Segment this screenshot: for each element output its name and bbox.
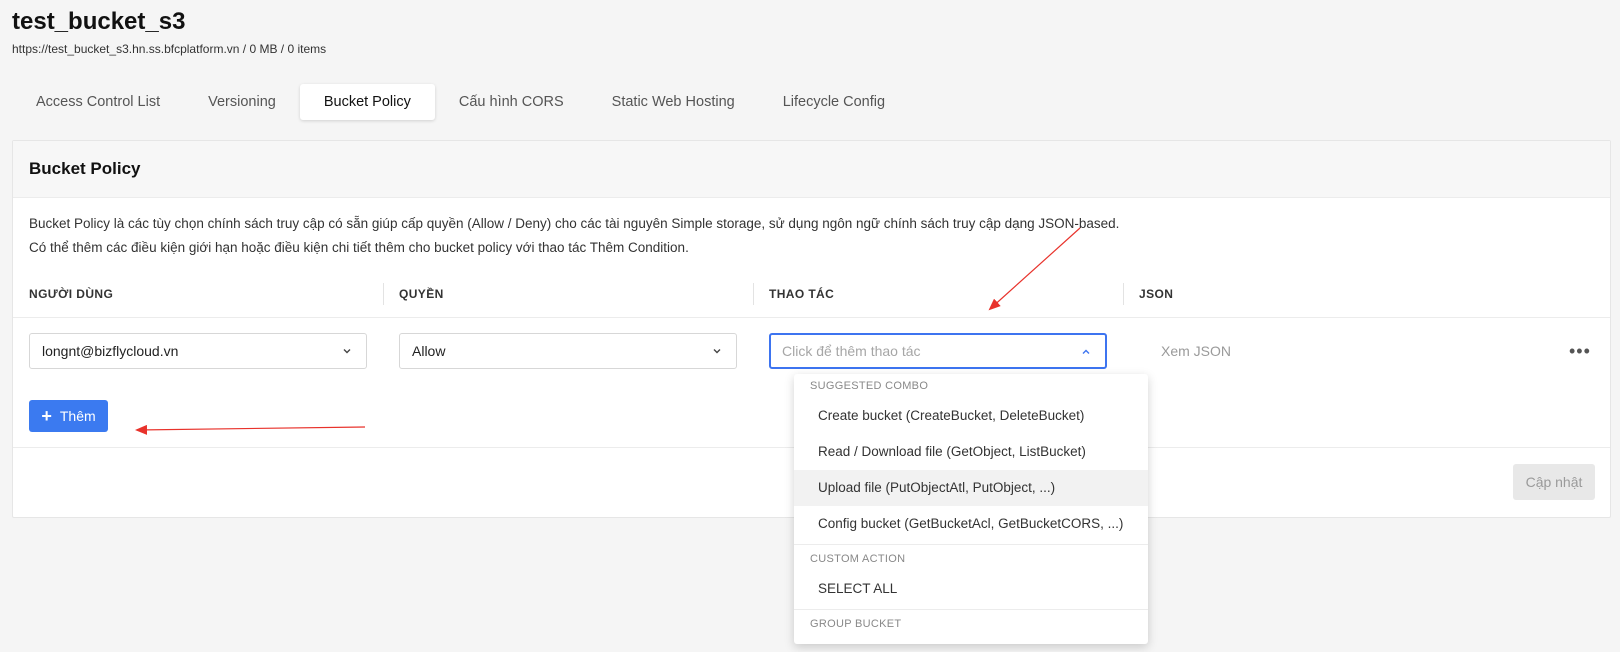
dropdown-group-group-bucket: GROUP BUCKET: [810, 618, 902, 630]
permission-select-value: Allow: [412, 343, 446, 359]
column-header-action: THAO TÁC: [769, 287, 835, 301]
column-divider: [753, 283, 754, 305]
plus-icon: +: [41, 406, 52, 426]
tab-lifecycle-config[interactable]: Lifecycle Config: [759, 84, 909, 120]
column-divider: [1123, 283, 1124, 305]
header-divider: [13, 317, 1610, 318]
dropdown-group-custom-action: CUSTOM ACTION: [810, 553, 906, 565]
view-json-link[interactable]: Xem JSON: [1161, 343, 1231, 359]
column-header-permission: QUYỀN: [399, 287, 444, 301]
description-line-1: Bucket Policy là các tùy chọn chính sách…: [29, 216, 1120, 231]
update-button[interactable]: Cập nhật: [1513, 464, 1595, 500]
dropdown-item-create-bucket[interactable]: Create bucket (CreateBucket, DeleteBucke…: [794, 398, 1148, 434]
column-header-user: NGƯỜI DÙNG: [29, 287, 114, 301]
chevron-down-icon: [343, 349, 351, 354]
permission-select[interactable]: Allow: [399, 333, 737, 369]
tab-static-web-hosting[interactable]: Static Web Hosting: [588, 84, 759, 120]
dropdown-item-select-all[interactable]: SELECT ALL: [794, 571, 1148, 607]
bucket-subtitle: https://test_bucket_s3.hn.ss.bfcplatform…: [12, 42, 327, 56]
tab-versioning[interactable]: Versioning: [184, 84, 300, 120]
dropdown-divider: [794, 544, 1148, 545]
add-button[interactable]: + Thêm: [29, 400, 108, 432]
add-button-label: Thêm: [59, 408, 96, 424]
user-select[interactable]: longnt@bizflycloud.vn: [29, 333, 367, 369]
tab-bar: Access Control List Versioning Bucket Po…: [12, 84, 909, 120]
tab-access-control-list[interactable]: Access Control List: [12, 84, 184, 120]
dropdown-divider: [794, 609, 1148, 610]
dropdown-item-upload-file[interactable]: Upload file (PutObjectAtl, PutObject, ..…: [794, 470, 1148, 506]
description-line-2: Có thể thêm các điều kiện giới hạn hoặc …: [29, 240, 689, 255]
chevron-up-icon: [1082, 349, 1090, 354]
dropdown-item-read-download[interactable]: Read / Download file (GetObject, ListBuc…: [794, 434, 1148, 470]
action-dropdown-menu: SUGGESTED COMBO Create bucket (CreateBuc…: [794, 374, 1148, 644]
column-divider: [383, 283, 384, 305]
card-header: Bucket Policy: [13, 141, 1610, 198]
page-title: test_bucket_s3: [12, 8, 186, 35]
dropdown-item-config-bucket[interactable]: Config bucket (GetBucketAcl, GetBucketCO…: [794, 506, 1148, 542]
column-header-json: JSON: [1139, 287, 1174, 301]
card-title: Bucket Policy: [29, 159, 141, 178]
ellipsis-icon[interactable]: •••: [1569, 341, 1591, 362]
action-select[interactable]: Click để thêm thao tác: [769, 333, 1107, 369]
tab-bucket-policy[interactable]: Bucket Policy: [299, 84, 435, 120]
user-select-value: longnt@bizflycloud.vn: [42, 343, 179, 359]
tab-cors[interactable]: Cấu hình CORS: [435, 84, 588, 120]
chevron-down-icon: [713, 349, 721, 354]
action-select-placeholder: Click để thêm thao tác: [782, 343, 921, 359]
dropdown-group-suggested: SUGGESTED COMBO: [810, 380, 929, 392]
